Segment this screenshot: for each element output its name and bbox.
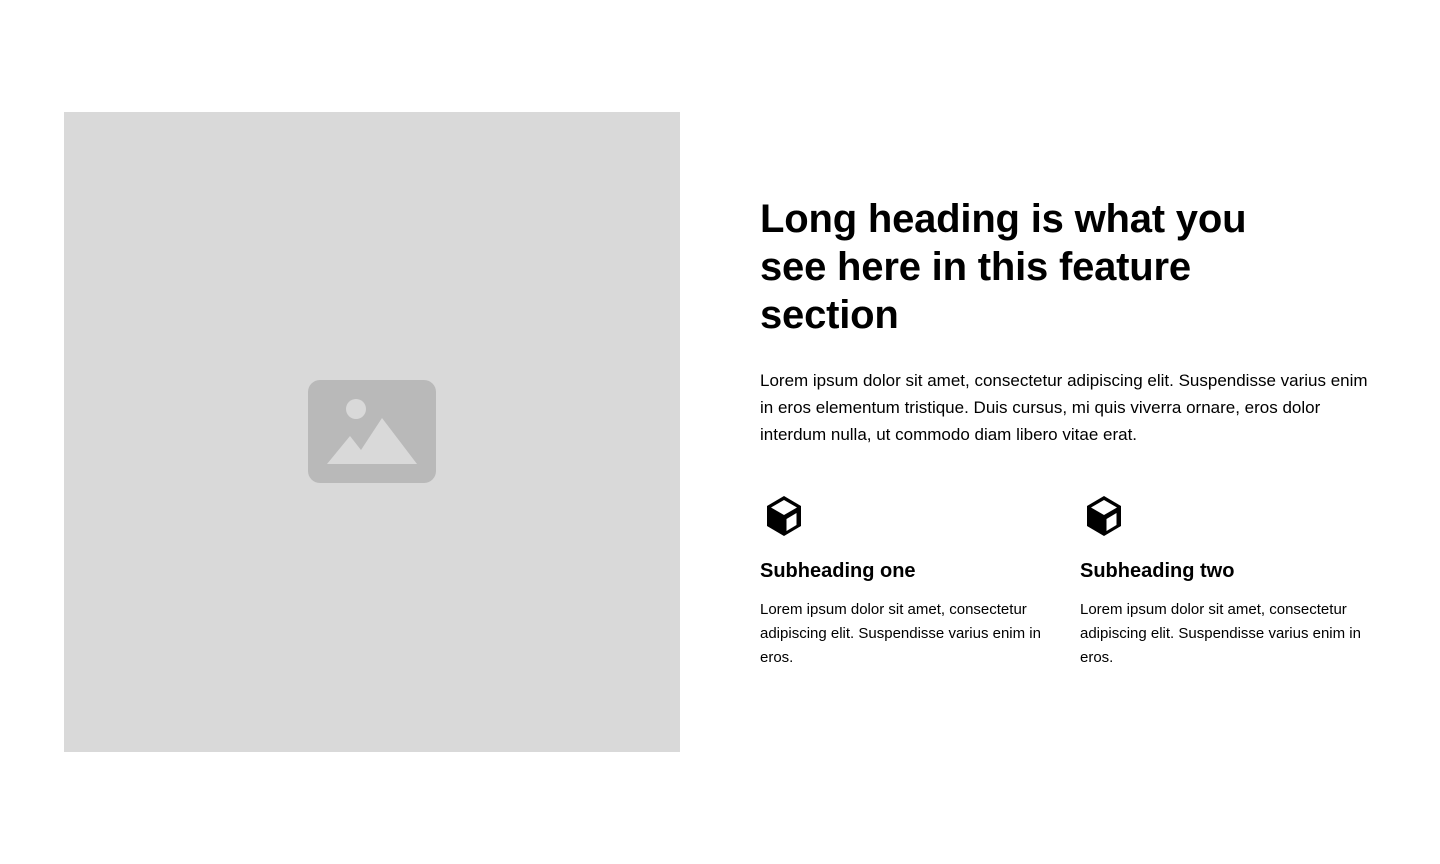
feature-section: Long heading is what you see here in thi…	[64, 112, 1376, 752]
cube-icon	[767, 495, 801, 536]
feature-title: Subheading two	[1080, 559, 1235, 582]
feature-description: Lorem ipsum dolor sit amet, consectetur …	[760, 600, 1041, 666]
section-heading: Long heading is what you see here in thi…	[760, 196, 1247, 337]
section-intro: Lorem ipsum dolor sit amet, consectetur …	[760, 370, 1368, 444]
cube-icon	[1087, 495, 1121, 536]
feature-title: Subheading one	[760, 559, 916, 582]
feature-item-two: Subheading two Lorem ipsum dolor sit ame…	[1080, 492, 1368, 670]
image-placeholder-icon	[308, 380, 436, 483]
feature-content: Long heading is what you see here in thi…	[760, 112, 1376, 752]
feature-item-one: Subheading one Lorem ipsum dolor sit ame…	[760, 492, 1048, 670]
feature-list: Subheading one Lorem ipsum dolor sit ame…	[760, 492, 1376, 670]
image-placeholder	[64, 112, 680, 752]
feature-description: Lorem ipsum dolor sit amet, consectetur …	[1080, 600, 1361, 666]
